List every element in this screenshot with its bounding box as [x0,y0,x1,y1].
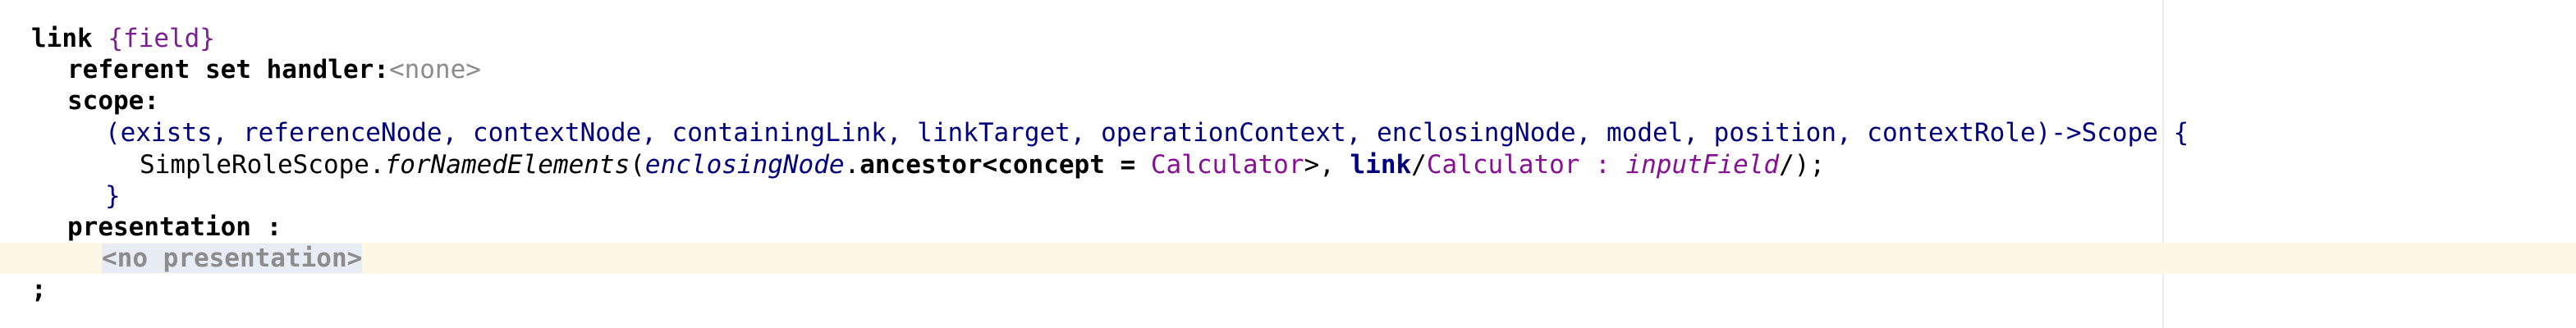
code-line-presentation[interactable]: presentation : [67,212,282,243]
code-line-scope-signature[interactable]: (exists, referenceNode, contextNode, con… [105,117,2189,148]
scope-return-type[interactable]: ->Scope { [2051,118,2189,148]
referent-set-handler-label: referent set handler: [67,55,389,84]
scope-receiver[interactable]: SimpleRoleScope. [140,150,385,180]
code-line-scope-body[interactable]: SimpleRoleScope.forNamedElements(enclosi… [140,149,1825,180]
scope-parameters[interactable]: (exists, referenceNode, contextNode, con… [105,118,2051,148]
link-colon: : [1579,150,1626,180]
method-call[interactable]: forNamedElements [385,150,630,180]
right-margin-guide [2162,0,2164,328]
presentation-label: presentation : [67,212,282,242]
code-line-referent-set-handler[interactable]: referent set handler:<none> [67,54,481,85]
link-concept-reference[interactable]: Calculator [1427,150,1580,180]
enclosing-node-param[interactable]: enclosingNode [645,150,845,180]
current-line-highlight [0,243,2576,274]
paren-open: ( [630,150,645,180]
field-annotation[interactable]: {field} [108,24,215,53]
code-line-scope[interactable]: scope: [67,85,159,116]
code-line-closing-brace[interactable]: } [105,180,121,212]
link-slash-close: / [1779,150,1794,180]
concept-parameter-close: >, [1304,150,1350,180]
link-field-reference[interactable]: inputField [1625,150,1779,180]
code-editor[interactable]: link {field} referent set handler:<none>… [0,0,2576,328]
referent-set-handler-value[interactable]: <none> [389,55,481,84]
statement-end: ); [1794,150,1826,180]
link-literal-keyword[interactable]: link [1350,150,1412,180]
no-presentation-placeholder[interactable]: <no presentation> [102,244,363,273]
ancestor-operation[interactable]: ancestor [859,150,982,180]
terminator-semicolon[interactable]: ; [31,275,47,304]
scope-label: scope: [67,86,159,116]
concept-reference[interactable]: Calculator [1151,150,1304,180]
link-slash-open: / [1411,150,1427,180]
code-line-link-declaration[interactable]: link {field} [31,23,215,54]
concept-parameter-open: <concept = [982,150,1151,180]
link-keyword[interactable]: link [31,24,93,53]
closing-brace[interactable]: } [105,181,121,211]
dot-operator: . [844,150,860,180]
code-line-terminator[interactable]: ; [31,274,47,305]
code-line-presentation-value[interactable]: <no presentation> [102,243,363,274]
